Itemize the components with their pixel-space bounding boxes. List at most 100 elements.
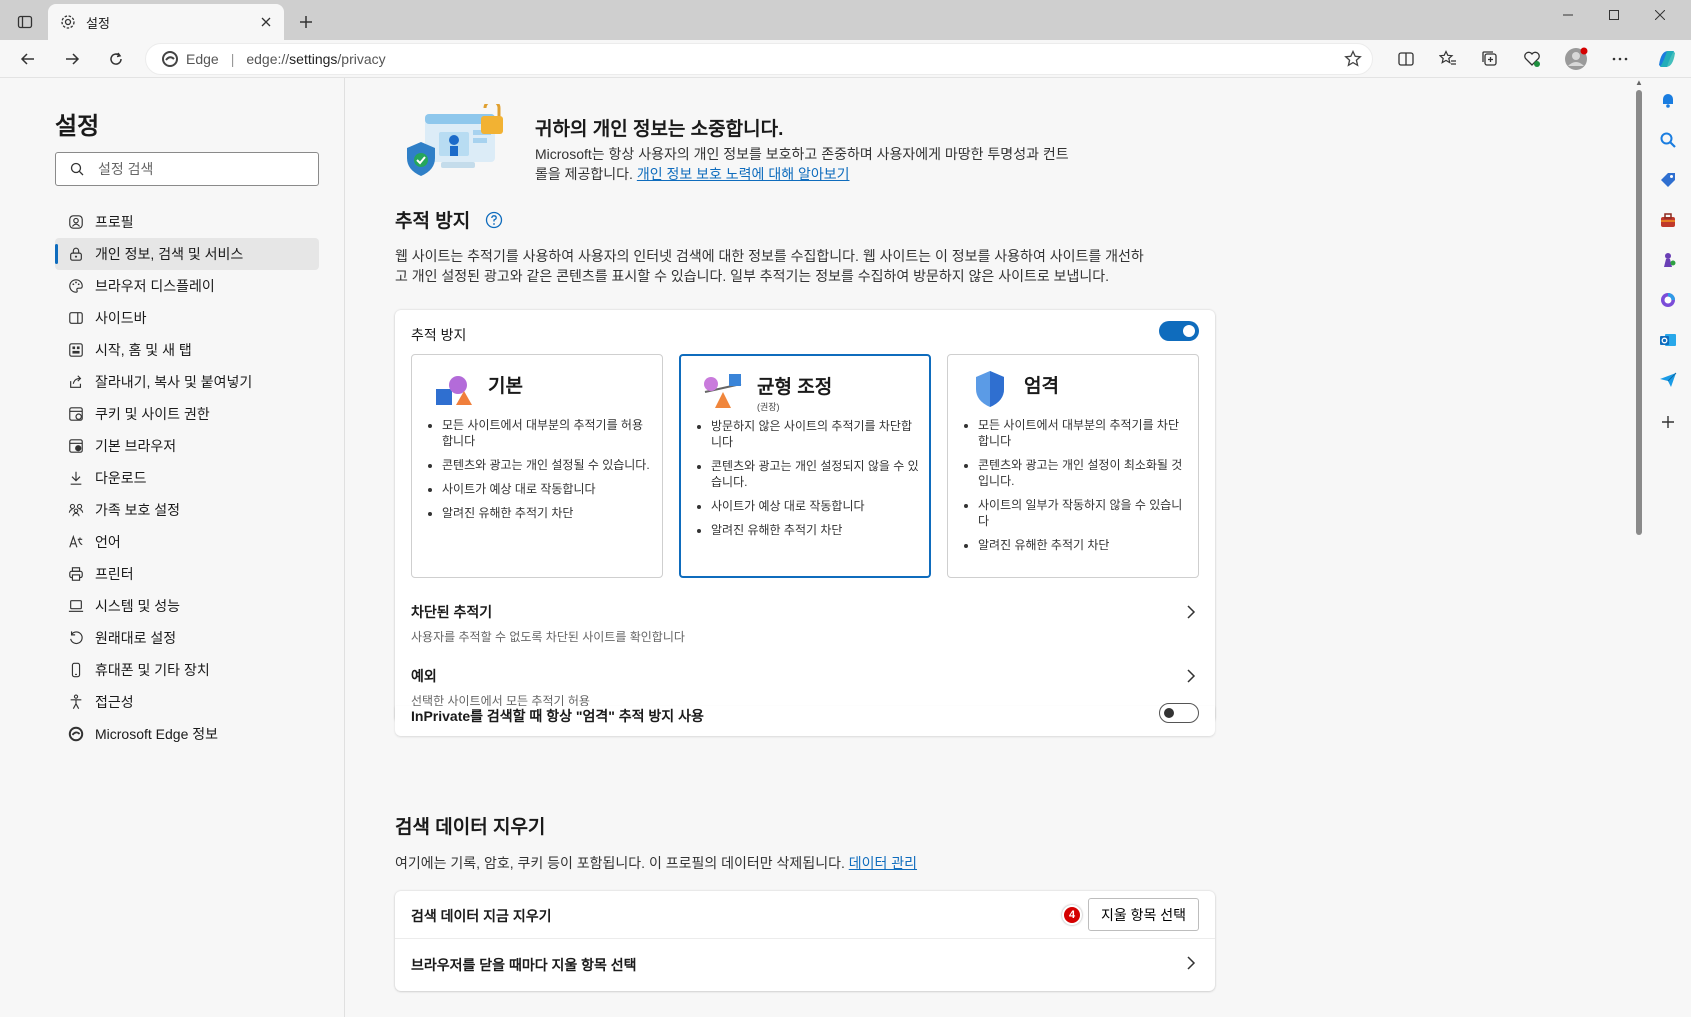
list-item: 알려진 유해한 추적기 차단 [442,505,654,521]
blocked-trackers-row[interactable]: 차단된 추적기 사용자를 추적할 수 없도록 차단된 사이트를 확인합니다 [395,590,1215,650]
list-item: 알려진 유해한 추적기 차단 [711,522,923,538]
sidebar-item-label: 잘라내기, 복사 및 붙여넣기 [95,374,253,390]
tab-settings[interactable]: 설정 [48,4,284,40]
cookie-site-icon [67,405,85,423]
forward-arrow-icon [66,53,80,65]
page-scrollbar[interactable]: ▲ [1632,78,1646,1017]
chevron-right-icon [1187,669,1196,683]
shopping-button[interactable] [1656,168,1680,192]
sidebar-item-8[interactable]: 다운로드 [55,462,319,494]
sidebar-item-label: 시스템 및 성능 [95,598,181,614]
choose-what-to-clear-button[interactable]: 지울 항목 선택 [1087,898,1199,931]
settings-search[interactable] [55,152,319,186]
sidebar-item-10[interactable]: 언어 [55,526,319,558]
maximize-button[interactable] [1591,0,1637,30]
sidebar-item-14[interactable]: 휴대폰 및 기타 장치 [55,654,319,686]
sidebar-item-2[interactable]: 브라우저 디스플레이 [55,270,319,302]
option-strict-bullets: 모든 사이트에서 대부분의 추적기를 차단합니다 콘텐츠와 광고는 개인 설정이… [964,417,1190,561]
inprivate-strict-toggle[interactable] [1159,703,1199,723]
tab-actions-icon [17,15,33,29]
sidebar-item-16[interactable]: Microsoft Edge 정보 [55,718,319,750]
option-basic[interactable]: 기본 모든 사이트에서 대부분의 추적기를 허용합니다 콘텐츠와 광고는 개인 … [411,354,663,578]
office-button[interactable] [1656,288,1680,312]
reset-icon [67,629,85,647]
minimize-button[interactable] [1545,0,1591,30]
games-button[interactable] [1656,248,1680,272]
sidebar-item-9[interactable]: 가족 보호 설정 [55,494,319,526]
sidebar-item-11[interactable]: 프린터 [55,558,319,590]
manage-data-link[interactable]: 데이터 관리 [849,855,917,871]
tracking-description: 웹 사이트는 추적기를 사용하여 사용자의 인터넷 검색에 대한 정보를 수집합… [395,248,1144,284]
sidebar-item-1[interactable]: 개인 정보, 검색 및 서비스 [55,238,319,270]
sidebar-item-label: 개인 정보, 검색 및 서비스 [95,246,244,262]
tools-button[interactable] [1656,208,1680,232]
scrollbar-thumb[interactable] [1636,90,1642,535]
toolbox-icon [1661,213,1675,227]
sidebar-item-3[interactable]: 사이드바 [55,302,319,334]
clear-on-close-row[interactable]: 브라우저를 닫을 때마다 지울 항목 선택 [395,939,1215,991]
sidebar-item-label: 쿠키 및 사이트 권한 [95,406,210,422]
tracking-card: 추적 방지 기본 모든 사이트에서 대부분의 추적기를 허용합니다 콘텐츠와 광… [395,310,1215,723]
back-button[interactable] [12,44,44,74]
scroll-up-arrow-icon[interactable]: ▲ [1635,78,1643,87]
favorites-button[interactable] [1432,44,1464,74]
sidebar-item-15[interactable]: 접근성 [55,686,319,718]
tracking-prevention-toggle[interactable] [1159,321,1199,341]
sidebar-item-label: 접근성 [95,694,134,710]
split-screen-button[interactable] [1390,44,1422,74]
refresh-button[interactable] [100,44,132,74]
browser-essentials-button[interactable] [1516,44,1548,74]
drop-button[interactable] [1656,368,1680,392]
more-dots-icon [1612,57,1628,61]
basic-shapes-icon [436,376,472,405]
search-icon [70,162,84,176]
new-tab-button[interactable] [293,10,319,34]
sidebar-item-label: 기본 브라우저 [95,438,177,454]
close-window-button[interactable] [1637,0,1683,30]
customize-sidebar-button[interactable] [1656,410,1680,434]
outlook-button[interactable] [1656,328,1680,352]
sidebar-item-label: 휴대폰 및 기타 장치 [95,662,210,678]
sidebar-item-7[interactable]: 기본 브라우저 [55,430,319,462]
exceptions-row[interactable]: 예외 선택한 사이트에서 모든 추적기 허용 [395,654,1215,714]
favorite-star-icon[interactable] [1344,50,1362,68]
privacy-learn-more-link[interactable]: 개인 정보 보호 노력에 대해 알아보기 [637,166,850,182]
tab-actions-button[interactable] [12,10,38,34]
sidebar-item-4[interactable]: 시작, 홈 및 새 탭 [55,334,319,366]
clear-desc-text: 여기에는 기록, 암호, 쿠키 등이 포함됩니다. 이 프로필의 데이터만 삭제… [395,855,849,871]
minimize-icon [1563,14,1573,16]
sidebar-item-12[interactable]: 시스템 및 성능 [55,590,319,622]
sidebar-search-button[interactable] [1656,128,1680,152]
heart-pulse-icon [1524,51,1540,67]
more-menu-button[interactable] [1604,44,1636,74]
option-balanced[interactable]: 균형 조정 (권장) 방문하지 않은 사이트의 추적기를 차단합니다 콘텐츠와 … [679,354,931,578]
sidebar-item-6[interactable]: 쿠키 및 사이트 권한 [55,398,319,430]
option-strict[interactable]: 엄격 모든 사이트에서 대부분의 추적기를 차단합니다 콘텐츠와 광고는 개인 … [947,354,1199,578]
exceptions-title: 예외 [411,668,437,684]
close-tab-icon[interactable] [260,16,272,28]
collections-button[interactable] [1474,44,1506,74]
blocked-trackers-subtitle: 사용자를 추적할 수 없도록 차단된 사이트를 확인합니다 [411,630,685,644]
address-bar[interactable]: Edge | edge://settings/privacy [145,43,1373,75]
blocked-trackers-title: 차단된 추적기 [411,604,493,620]
maximize-icon [1609,10,1619,20]
sidebar-item-5[interactable]: 잘라내기, 복사 및 붙여넣기 [55,366,319,398]
printer-icon [67,565,85,583]
copilot-icon [1659,51,1675,67]
search-input[interactable] [96,160,296,178]
option-strict-title: 엄격 [1024,376,1059,397]
profile-button[interactable] [1560,44,1592,74]
notifications-button[interactable] [1656,88,1680,112]
sidebar-item-13[interactable]: 원래대로 설정 [55,622,319,654]
sidebar-item-label: Microsoft Edge 정보 [95,726,219,742]
forward-button[interactable] [56,44,88,74]
list-item: 콘텐츠와 광고는 개인 설정이 최소화될 것입니다. [978,457,1190,489]
family-icon [67,501,85,519]
help-question-icon[interactable] [485,211,503,229]
sidebar-item-0[interactable]: 프로필 [55,206,319,238]
chevron-right-icon [1187,605,1196,619]
copilot-button[interactable] [1651,44,1683,74]
back-arrow-icon [20,53,34,65]
option-balanced-title: 균형 조정 [757,377,833,398]
search-icon [1660,132,1676,148]
